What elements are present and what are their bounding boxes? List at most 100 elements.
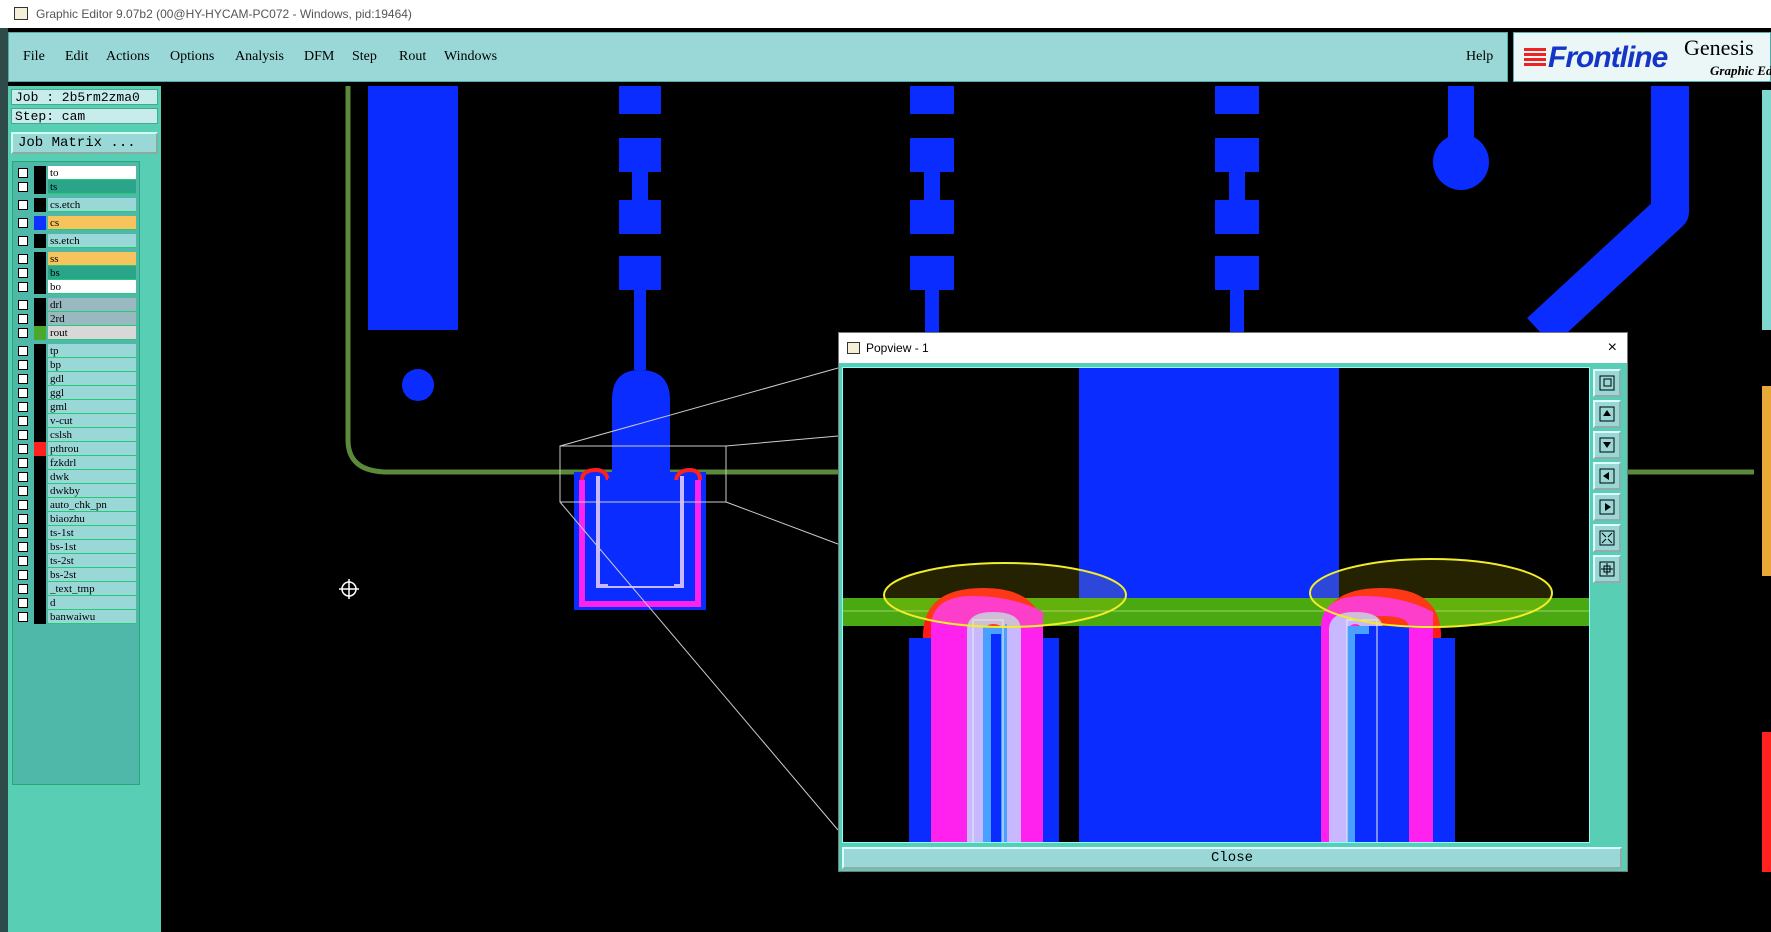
layer-color-swatch[interactable] bbox=[34, 498, 46, 512]
layer-name[interactable]: ts bbox=[48, 180, 136, 194]
menu-rout[interactable]: Rout bbox=[399, 49, 426, 65]
layer-name[interactable]: dwk bbox=[48, 470, 136, 484]
layer-color-swatch[interactable] bbox=[34, 386, 46, 400]
layer-row-gdl[interactable]: gdl bbox=[16, 372, 136, 386]
layer-color-swatch[interactable] bbox=[34, 582, 46, 596]
layer-color-swatch[interactable] bbox=[34, 470, 46, 484]
layer-color-swatch[interactable] bbox=[34, 252, 46, 266]
layer-name[interactable]: bp bbox=[48, 358, 136, 372]
layer-checkbox[interactable] bbox=[18, 374, 28, 384]
layer-name[interactable]: bs-1st bbox=[48, 540, 136, 554]
layer-row-auto-chk-pn[interactable]: auto_chk_pn bbox=[16, 498, 136, 512]
layer-name[interactable]: drl bbox=[48, 298, 136, 312]
layer-row-pthrou[interactable]: pthrou bbox=[16, 442, 136, 456]
layer-color-swatch[interactable] bbox=[34, 326, 46, 340]
layer-checkbox[interactable] bbox=[18, 444, 28, 454]
layer-name[interactable]: to bbox=[48, 166, 136, 180]
popview-zoom-view[interactable] bbox=[842, 367, 1590, 843]
menu-help[interactable]: Help bbox=[1466, 49, 1493, 65]
layer-checkbox[interactable] bbox=[18, 236, 28, 246]
layer-name[interactable]: bs-2st bbox=[48, 568, 136, 582]
menu-windows[interactable]: Windows bbox=[444, 49, 497, 65]
layer-name[interactable]: bs bbox=[48, 266, 136, 280]
layer-row-2rd[interactable]: 2rd bbox=[16, 312, 136, 326]
pan-down-button[interactable] bbox=[1593, 431, 1621, 459]
layer-color-swatch[interactable] bbox=[34, 358, 46, 372]
layer-color-swatch[interactable] bbox=[34, 414, 46, 428]
layer-row-ts-2st[interactable]: ts-2st bbox=[16, 554, 136, 568]
layer-row-dwk[interactable]: dwk bbox=[16, 470, 136, 484]
layer-color-swatch[interactable] bbox=[34, 540, 46, 554]
layer-row-cs[interactable]: cs bbox=[16, 216, 136, 230]
layer-name[interactable]: gdl bbox=[48, 372, 136, 386]
layer-color-swatch[interactable] bbox=[34, 198, 46, 212]
zoom-out-button[interactable] bbox=[1593, 524, 1621, 552]
layer-row-dwkby[interactable]: dwkby bbox=[16, 484, 136, 498]
layer-color-swatch[interactable] bbox=[34, 216, 46, 230]
menu-analysis[interactable]: Analysis bbox=[235, 49, 284, 65]
layer-name[interactable]: tp bbox=[48, 344, 136, 358]
layer-color-swatch[interactable] bbox=[34, 442, 46, 456]
layer-row-bp[interactable]: bp bbox=[16, 358, 136, 372]
layer-color-swatch[interactable] bbox=[34, 180, 46, 194]
layer-row-bs-1st[interactable]: bs-1st bbox=[16, 540, 136, 554]
layer-checkbox[interactable] bbox=[18, 514, 28, 524]
layer-checkbox[interactable] bbox=[18, 182, 28, 192]
layer-color-swatch[interactable] bbox=[34, 344, 46, 358]
menu-options[interactable]: Options bbox=[170, 49, 214, 65]
layer-checkbox[interactable] bbox=[18, 314, 28, 324]
layer-row-ggl[interactable]: ggl bbox=[16, 386, 136, 400]
layer-checkbox[interactable] bbox=[18, 598, 28, 608]
pan-left-button[interactable] bbox=[1593, 462, 1621, 490]
layer-color-swatch[interactable] bbox=[34, 484, 46, 498]
layer-name[interactable]: ts-1st bbox=[48, 526, 136, 540]
layer-checkbox[interactable] bbox=[18, 300, 28, 310]
layer-row-text-tmp[interactable]: _text_tmp bbox=[16, 582, 136, 596]
layer-name[interactable]: v-cut bbox=[48, 414, 136, 428]
layer-row-drl[interactable]: drl bbox=[16, 298, 136, 312]
layer-row-ts-1st[interactable]: ts-1st bbox=[16, 526, 136, 540]
layer-checkbox[interactable] bbox=[18, 282, 28, 292]
zoom-in-button[interactable] bbox=[1593, 555, 1621, 583]
layer-name[interactable]: gml bbox=[48, 400, 136, 414]
layer-name[interactable]: ts-2st bbox=[48, 554, 136, 568]
layer-name[interactable]: cs bbox=[48, 216, 136, 230]
layer-name[interactable]: d bbox=[48, 596, 136, 610]
layer-checkbox[interactable] bbox=[18, 542, 28, 552]
layer-name[interactable]: auto_chk_pn bbox=[48, 498, 136, 512]
menu-dfm[interactable]: DFM bbox=[304, 49, 334, 65]
layer-checkbox[interactable] bbox=[18, 570, 28, 580]
layer-checkbox[interactable] bbox=[18, 500, 28, 510]
layer-name[interactable]: cslsh bbox=[48, 428, 136, 442]
layer-row-gml[interactable]: gml bbox=[16, 400, 136, 414]
layer-checkbox[interactable] bbox=[18, 218, 28, 228]
layer-name[interactable]: ss.etch bbox=[48, 234, 136, 248]
layer-checkbox[interactable] bbox=[18, 254, 28, 264]
layer-checkbox[interactable] bbox=[18, 458, 28, 468]
layer-checkbox[interactable] bbox=[18, 612, 28, 622]
layer-color-swatch[interactable] bbox=[34, 400, 46, 414]
layer-name[interactable]: _text_tmp bbox=[48, 582, 136, 596]
layer-checkbox[interactable] bbox=[18, 430, 28, 440]
menu-edit[interactable]: Edit bbox=[65, 49, 88, 65]
layer-row-fzkdrl[interactable]: fzkdrl bbox=[16, 456, 136, 470]
layer-row-bs[interactable]: bs bbox=[16, 266, 136, 280]
layer-row-bo[interactable]: bo bbox=[16, 280, 136, 294]
layer-name[interactable]: biaozhu bbox=[48, 512, 136, 526]
layer-checkbox[interactable] bbox=[18, 472, 28, 482]
layer-row-bs-2st[interactable]: bs-2st bbox=[16, 568, 136, 582]
menu-actions[interactable]: Actions bbox=[106, 49, 150, 65]
layer-color-swatch[interactable] bbox=[34, 568, 46, 582]
pan-up-button[interactable] bbox=[1593, 400, 1621, 428]
layer-name[interactable]: 2rd bbox=[48, 312, 136, 326]
layer-row-d[interactable]: d bbox=[16, 596, 136, 610]
layer-checkbox[interactable] bbox=[18, 388, 28, 398]
layer-color-swatch[interactable] bbox=[34, 610, 46, 624]
layer-name[interactable]: bo bbox=[48, 280, 136, 294]
layer-row-biaozhu[interactable]: biaozhu bbox=[16, 512, 136, 526]
layer-name[interactable]: ss bbox=[48, 252, 136, 266]
layer-checkbox[interactable] bbox=[18, 346, 28, 356]
layer-checkbox[interactable] bbox=[18, 268, 28, 278]
layer-color-swatch[interactable] bbox=[34, 298, 46, 312]
layer-checkbox[interactable] bbox=[18, 416, 28, 426]
